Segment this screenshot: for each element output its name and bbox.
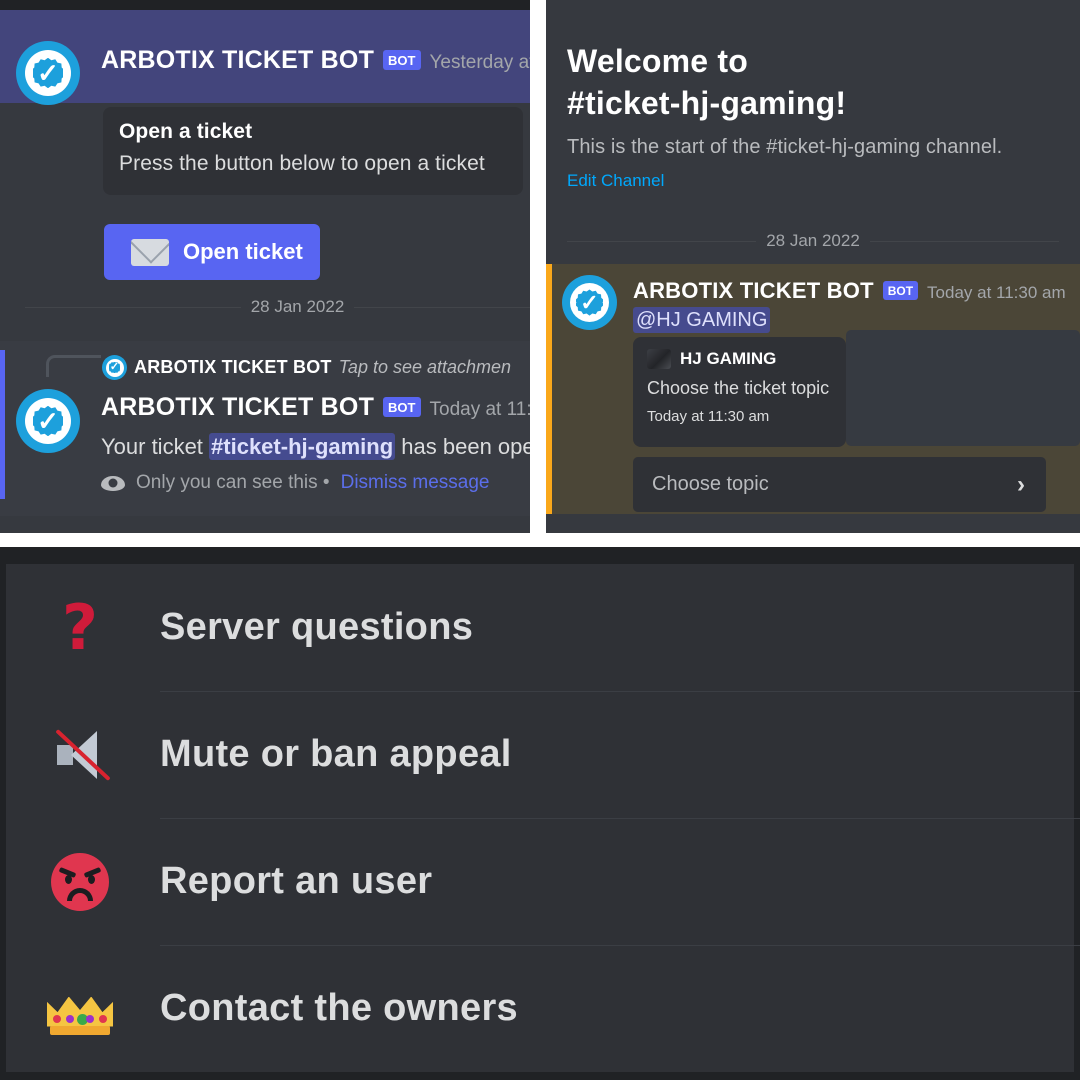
- envelope-icon: [131, 238, 169, 266]
- message-author-row: ARBOTIX TICKET BOT BOT Today at 11:30 am: [633, 278, 1066, 304]
- angry-face-icon: [0, 852, 160, 911]
- message-timestamp: Today at 11:30 am: [927, 283, 1066, 302]
- reply-hook-icon: [46, 355, 101, 377]
- list-item[interactable]: Report an user: [0, 818, 1080, 945]
- eye-icon: [101, 475, 125, 491]
- welcome-title-line-1: Welcome to: [567, 43, 748, 79]
- check-icon: ✓: [580, 289, 599, 315]
- choose-topic-select[interactable]: Choose topic ›: [633, 457, 1046, 512]
- verified-bot-avatar[interactable]: ✓: [16, 389, 80, 453]
- sheet-bottom-strip: [0, 1072, 1080, 1080]
- screenshot-canvas: ✓ ARBOTIX TICKET BOT BOT Yesterday at Op…: [0, 0, 1080, 1080]
- message-header-highlight: ✓ ARBOTIX TICKET BOT BOT Yesterday at: [0, 10, 530, 105]
- embed-image-placeholder: [846, 330, 1080, 446]
- open-ticket-embed: Open a ticket Press the button below to …: [103, 107, 523, 195]
- mention-accent-bar: [546, 264, 552, 514]
- date-divider: 28 Jan 2022: [25, 297, 530, 317]
- ephemeral-footer: Only you can see this • Dismiss message: [101, 472, 489, 494]
- check-icon: ✓: [109, 361, 120, 373]
- choose-topic-embed: HJ GAMING Choose the ticket topic Today …: [633, 337, 846, 447]
- message-author-row: ARBOTIX TICKET BOT BOT Today at 11:30: [101, 393, 530, 422]
- divider-line-left: [25, 306, 241, 308]
- topic-option-list: ? Server questions Mute or ban appeal Re…: [0, 564, 1080, 1072]
- date-divider-label: 28 Jan 2022: [250, 297, 345, 316]
- message-author-row: ARBOTIX TICKET BOT BOT Yesterday at: [101, 46, 530, 75]
- ticket-opened-text: Your ticket #ticket-hj-gaming has been o…: [101, 433, 530, 460]
- edit-channel-link[interactable]: Edit Channel: [567, 171, 664, 191]
- embed-description: Press the button below to open a ticket: [119, 152, 485, 175]
- verified-bot-avatar[interactable]: ✓: [562, 275, 617, 330]
- author-name[interactable]: ARBOTIX TICKET BOT: [101, 46, 374, 75]
- user-mention-line: @HJ GAMING: [633, 307, 771, 333]
- panel-ticket-channel: Welcome to #ticket-hj-gaming! This is th…: [546, 0, 1080, 533]
- check-icon: ✓: [37, 405, 59, 436]
- date-divider-label: 28 Jan 2022: [766, 231, 860, 250]
- open-ticket-button-label: Open ticket: [183, 239, 303, 264]
- muted-speaker-icon: [0, 727, 160, 783]
- list-item[interactable]: ? Server questions: [0, 564, 1080, 691]
- reply-preview-row[interactable]: ✓ ARBOTIX TICKET BOT Tap to see attachme…: [102, 355, 511, 380]
- message-timestamp: Yesterday at: [429, 52, 531, 73]
- ephemeral-message: ✓ ARBOTIX TICKET BOT Tap to see attachme…: [0, 341, 530, 516]
- welcome-subtitle: This is the start of the #ticket-hj-gami…: [567, 136, 1003, 159]
- red-question-mark-icon: ?: [0, 596, 160, 659]
- message-timestamp: Today at 11:30: [429, 399, 531, 420]
- embed-timestamp: Today at 11:30 am: [647, 408, 770, 425]
- user-mention[interactable]: @HJ GAMING: [633, 307, 771, 333]
- panel-ticket-prompt: ✓ ARBOTIX TICKET BOT BOT Yesterday at Op…: [0, 0, 530, 533]
- open-ticket-button[interactable]: Open ticket: [104, 224, 320, 280]
- sheet-top-strip: [0, 547, 1080, 564]
- topic-label: Report an user: [160, 860, 433, 902]
- verified-bot-avatar[interactable]: ✓: [16, 41, 80, 105]
- ticket-text-suffix: has been open: [401, 434, 530, 459]
- only-you-note: Only you can see this •: [136, 472, 330, 493]
- hj-gaming-server-icon: [647, 349, 671, 369]
- embed-body-text: Choose the ticket topic: [647, 378, 830, 398]
- verified-bot-avatar: ✓: [102, 355, 127, 380]
- divider-line-right: [869, 240, 1059, 242]
- status-bar-strip: [0, 0, 530, 10]
- crown-icon: [0, 983, 160, 1035]
- author-name[interactable]: ARBOTIX TICKET BOT: [101, 393, 374, 422]
- author-name[interactable]: ARBOTIX TICKET BOT: [633, 278, 874, 304]
- check-icon: ✓: [37, 57, 59, 88]
- channel-welcome-block: Welcome to #ticket-hj-gaming! This is th…: [567, 40, 1067, 191]
- date-divider: 28 Jan 2022: [567, 231, 1059, 251]
- channel-mention[interactable]: #ticket-hj-gaming: [209, 433, 396, 460]
- topic-label: Contact the owners: [160, 987, 518, 1029]
- ephemeral-accent-bar: [0, 350, 5, 499]
- reply-author-name: ARBOTIX TICKET BOT: [134, 357, 332, 377]
- ticket-text-prefix: Your ticket: [101, 434, 210, 459]
- welcome-title-line-2: #ticket-hj-gaming!: [567, 85, 847, 122]
- embed-title: Open a ticket: [119, 120, 253, 143]
- bot-badge: BOT: [383, 50, 421, 70]
- topic-label: Server questions: [160, 606, 474, 648]
- reply-attachment-note: Tap to see attachmen: [338, 357, 512, 377]
- choose-topic-placeholder: Choose topic: [652, 473, 769, 495]
- divider-line-right: [354, 306, 530, 308]
- question-mark-glyph: ?: [62, 590, 98, 664]
- bot-badge: BOT: [882, 281, 919, 300]
- list-item[interactable]: Mute or ban appeal: [0, 691, 1080, 818]
- list-item[interactable]: Contact the owners: [0, 945, 1080, 1072]
- chevron-right-icon: ›: [1017, 470, 1025, 498]
- divider-line-left: [567, 240, 757, 242]
- dismiss-message-link[interactable]: Dismiss message: [341, 472, 490, 494]
- embed-author-row: HJ GAMING: [647, 349, 832, 369]
- topic-label: Mute or ban appeal: [160, 733, 512, 775]
- panel-topic-chooser: ? Server questions Mute or ban appeal Re…: [0, 547, 1080, 1080]
- embed-author-name: HJ GAMING: [680, 349, 777, 368]
- bot-badge: BOT: [383, 397, 421, 417]
